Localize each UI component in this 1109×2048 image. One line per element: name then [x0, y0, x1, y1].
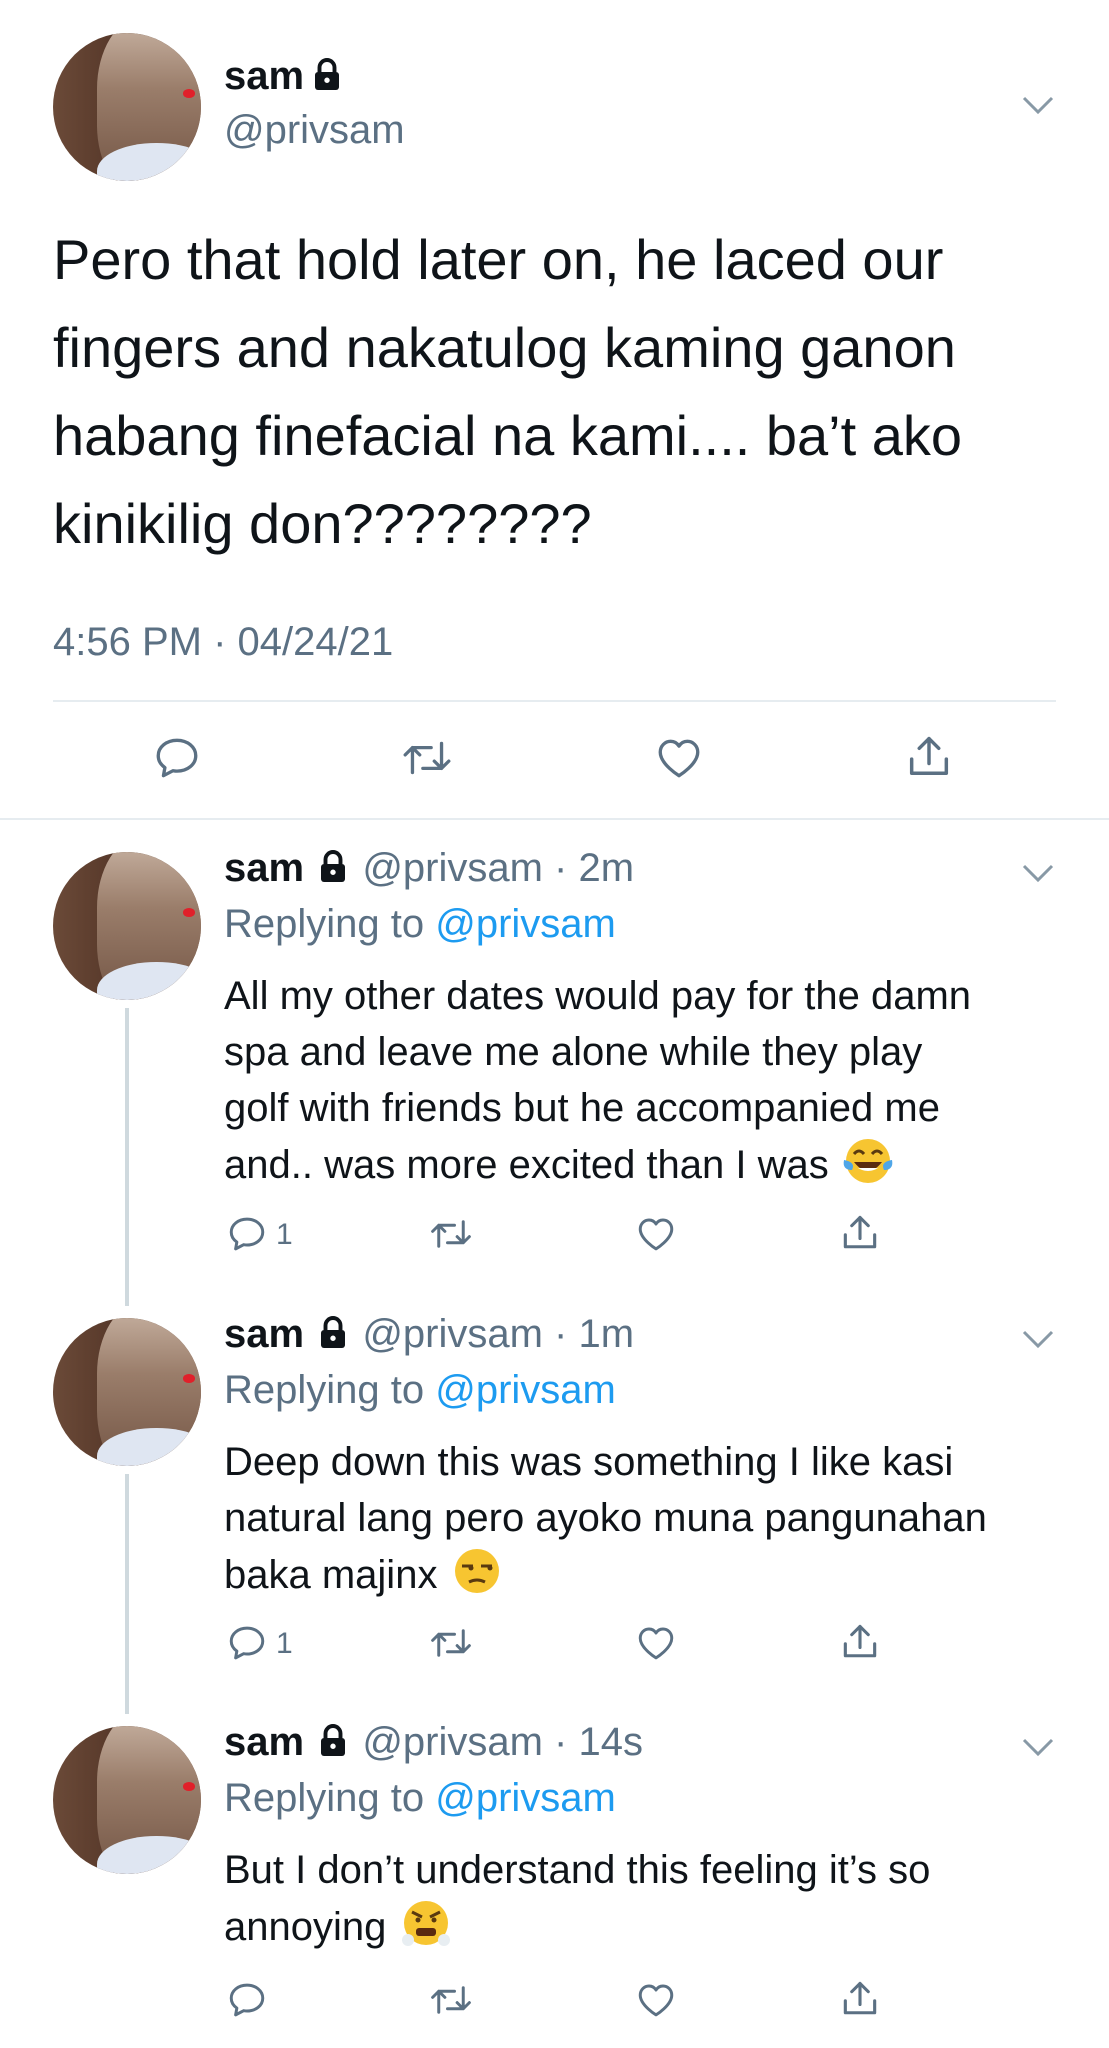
- display-name[interactable]: sam: [224, 1312, 304, 1356]
- separator: ·: [542, 1312, 579, 1356]
- chevron-down-icon[interactable]: [1018, 858, 1058, 888]
- share-icon[interactable]: [838, 1211, 882, 1255]
- relative-time[interactable]: 2m: [578, 846, 634, 890]
- face-with-tears-of-joy-icon: [843, 1139, 893, 1183]
- share-icon[interactable]: [903, 731, 955, 783]
- avatar[interactable]: [53, 852, 201, 1000]
- chevron-down-icon[interactable]: [1018, 1324, 1058, 1354]
- reply-icon[interactable]: [226, 1979, 268, 2021]
- replying-to: Replying to @privsam: [224, 1776, 616, 1821]
- lock-icon: [321, 1724, 346, 1756]
- display-name: sam: [224, 54, 305, 98]
- avatar[interactable]: [53, 33, 201, 181]
- replying-label: Replying to: [224, 1368, 436, 1412]
- chevron-down-icon[interactable]: [1018, 90, 1058, 120]
- replying-to-link[interactable]: @privsam: [435, 1776, 616, 1820]
- tweet-text: Pero that hold later on, he laced our fi…: [53, 228, 963, 555]
- reply-header: sam @privsam · 2m: [224, 846, 634, 891]
- retweet-icon[interactable]: [428, 1622, 474, 1664]
- like-icon[interactable]: [634, 1979, 678, 2021]
- relative-time[interactable]: 14s: [578, 1720, 643, 1764]
- chevron-down-icon[interactable]: [1018, 1732, 1058, 1762]
- tweet-timestamp[interactable]: 4:56 PM · 04/24/21: [53, 620, 393, 665]
- face-with-steam-from-nose-icon: [401, 1901, 450, 1946]
- replying-to: Replying to @privsam: [224, 902, 616, 947]
- reply-count: 1: [276, 1218, 293, 1251]
- thread-line: [125, 1474, 129, 1714]
- reply-header: sam @privsam · 1m: [224, 1312, 634, 1357]
- like-icon[interactable]: [653, 733, 705, 783]
- replying-to-link[interactable]: @privsam: [435, 902, 616, 946]
- separator: ·: [542, 846, 579, 890]
- reply-text: All my other dates would pay for the dam…: [224, 974, 972, 1187]
- lock-icon: [314, 58, 339, 90]
- thread-line: [125, 1008, 129, 1306]
- reply-text: Deep down this was something I like kasi…: [224, 1440, 987, 1597]
- handle[interactable]: @privsam: [362, 1312, 543, 1356]
- replying-to: Replying to @privsam: [224, 1368, 616, 1413]
- reply-text: But I don’t understand this feeling it’s…: [224, 1848, 931, 1949]
- author-name[interactable]: sam: [224, 54, 345, 99]
- retweet-icon[interactable]: [428, 1213, 474, 1255]
- retweet-icon[interactable]: [428, 1979, 474, 2021]
- reply-header: sam @privsam · 14s: [224, 1720, 643, 1765]
- reply-count: 1: [276, 1627, 293, 1660]
- display-name[interactable]: sam: [224, 846, 304, 890]
- unamused-face-icon: [454, 1549, 499, 1593]
- share-icon[interactable]: [838, 1620, 882, 1664]
- replying-label: Replying to: [224, 902, 436, 946]
- display-name[interactable]: sam: [224, 1720, 304, 1764]
- like-icon[interactable]: [634, 1622, 678, 1664]
- replying-to-link[interactable]: @privsam: [435, 1368, 616, 1412]
- lock-icon: [321, 1316, 346, 1348]
- handle[interactable]: @privsam: [362, 1720, 543, 1764]
- author-handle[interactable]: @privsam: [224, 108, 405, 153]
- share-icon[interactable]: [838, 1977, 882, 2021]
- lock-icon: [321, 850, 346, 882]
- separator: ·: [542, 1720, 579, 1764]
- replying-label: Replying to: [224, 1776, 436, 1820]
- like-icon[interactable]: [634, 1213, 678, 1255]
- avatar[interactable]: [53, 1726, 201, 1874]
- reply-icon[interactable]: [152, 733, 202, 783]
- handle[interactable]: @privsam: [362, 846, 543, 890]
- avatar[interactable]: [53, 1318, 201, 1466]
- section-divider: [0, 818, 1109, 820]
- divider: [53, 700, 1056, 702]
- reply-icon[interactable]: [226, 1213, 268, 1255]
- reply-icon[interactable]: [226, 1622, 268, 1664]
- retweet-icon[interactable]: [400, 733, 454, 783]
- relative-time[interactable]: 1m: [578, 1312, 634, 1356]
